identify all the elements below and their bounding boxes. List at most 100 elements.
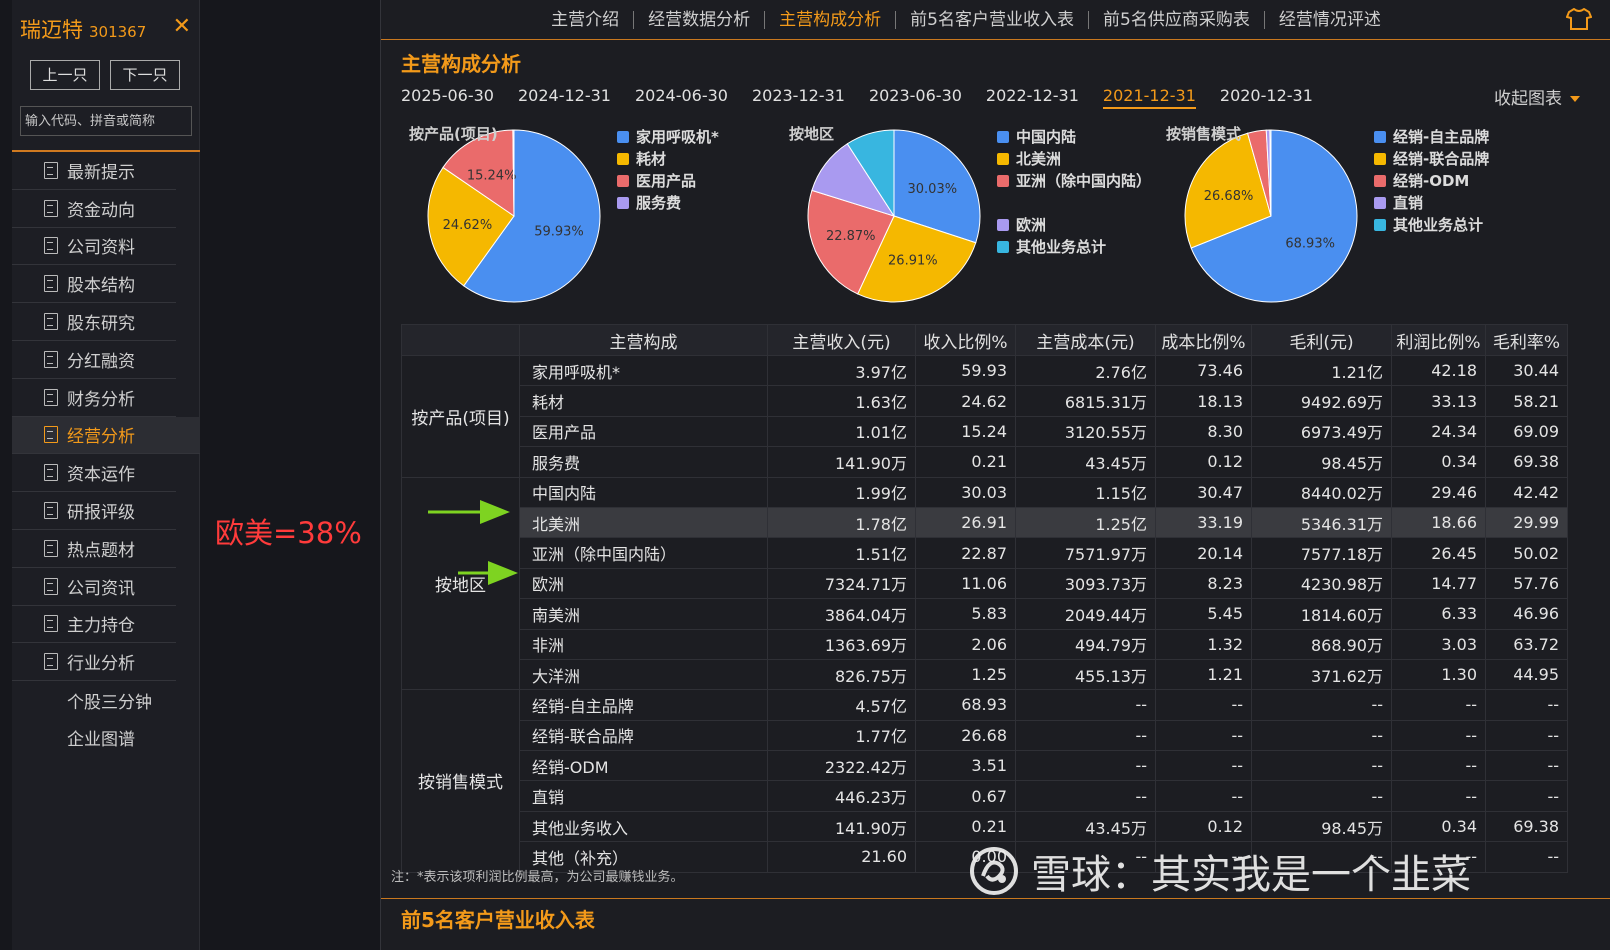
sidebar-item[interactable]: 股本结构 bbox=[12, 265, 176, 304]
value-cell: 3.03 bbox=[1391, 628, 1486, 660]
value-cell: 5346.31万 bbox=[1251, 506, 1392, 539]
value-cell: -- bbox=[1391, 689, 1486, 721]
table-row[interactable]: 其他业务收入 141.90万 0.21 43.45万 0.12 98.45万 0.34 69.… bbox=[402, 810, 1568, 843]
value-cell: 446.23万 bbox=[767, 780, 916, 812]
legend-item[interactable]: 欧洲 bbox=[997, 216, 1162, 238]
legend-label: 经销-自主品牌 bbox=[1393, 128, 1490, 146]
date-option[interactable]: 2024-12-31 bbox=[518, 86, 611, 109]
date-option[interactable]: 2024-06-30 bbox=[635, 86, 728, 109]
value-cell: -- bbox=[1015, 750, 1156, 782]
value-cell: 3.97亿 bbox=[767, 354, 916, 387]
value-cell: 30.03 bbox=[915, 476, 1016, 508]
sidebar-item[interactable]: 热点题材 bbox=[12, 530, 176, 568]
next-stock-button[interactable]: 下一只 bbox=[110, 60, 180, 90]
table-row[interactable]: 经销-ODM 2322.42万 3.51 -- -- -- -- -- bbox=[402, 750, 1568, 782]
collapse-charts-button[interactable]: 收起图表 bbox=[1494, 84, 1580, 109]
tab[interactable]: 经营情况评述 bbox=[1265, 11, 1395, 29]
table-row[interactable]: 按产品(项目) 家用呼吸机* 3.97亿 59.93 2.76亿 73.46 1.21亿 42… bbox=[401, 354, 1568, 478]
date-option[interactable]: 2025-06-30 bbox=[401, 86, 494, 109]
document-icon bbox=[44, 502, 58, 520]
table-row[interactable]: 大洋洲 826.75万 1.25 455.13万 1.21 371.62万 1.30 44.9… bbox=[402, 658, 1568, 691]
pie-chart: 68.93% 26.68% bbox=[1184, 129, 1358, 303]
table-row[interactable]: 按地区 中国内陆 1.99亿 30.03 1.15亿 30.47 8440.02万 29.46… bbox=[401, 476, 1568, 691]
table-row[interactable]: 非洲 1363.69万 2.06 494.79万 1.32 868.90万 3.03 63.7… bbox=[402, 628, 1568, 660]
date-option[interactable]: 2023-06-30 bbox=[869, 86, 962, 109]
legend-item[interactable]: 家用呼吸机* bbox=[617, 128, 782, 150]
legend-item[interactable]: 服务费 bbox=[617, 194, 782, 216]
legend-item[interactable]: 北美洲 bbox=[997, 150, 1162, 172]
legend-item[interactable]: 经销-ODM bbox=[1374, 172, 1539, 194]
legend-label: 家用呼吸机* bbox=[636, 128, 719, 146]
table-row[interactable]: 经销-联合品牌 1.77亿 26.68 -- -- -- -- -- bbox=[402, 719, 1568, 752]
legend-item[interactable]: 其他业务总计 bbox=[997, 238, 1162, 260]
legend-swatch bbox=[617, 197, 629, 209]
tab[interactable]: 主营介绍 bbox=[537, 10, 635, 29]
legend-item[interactable]: 亚洲（除中国内陆） bbox=[997, 172, 1162, 216]
prev-stock-button[interactable]: 上一只 bbox=[30, 60, 100, 90]
row-name-cell: 其他业务收入 bbox=[519, 810, 768, 843]
date-option[interactable]: 2020-12-31 bbox=[1220, 86, 1313, 109]
sidebar-item[interactable]: 财务分析 bbox=[12, 379, 176, 417]
close-icon[interactable]: ✕ bbox=[173, 14, 191, 39]
sidebar-item[interactable]: 分红融资 bbox=[12, 341, 176, 379]
value-cell: 26.91 bbox=[915, 506, 1016, 539]
table-row[interactable]: 亚洲（除中国内陆） 1.51亿 22.87 7571.97万 20.14 7577.18万… bbox=[402, 537, 1568, 569]
sidebar-item[interactable]: 最新提示 bbox=[12, 152, 176, 190]
date-option[interactable]: 2021-12-31 bbox=[1102, 86, 1196, 109]
composition-table-wrap: 主营构成 主营收入(元) 收入比例% 主营成本(元) 成本比例% 毛利(元) 利润比例% 毛利… bbox=[401, 324, 1581, 873]
table-row[interactable]: 直销 446.23万 0.67 -- -- -- -- -- bbox=[402, 780, 1568, 812]
sidebar-item[interactable]: 行业分析 bbox=[12, 643, 176, 682]
value-cell: 5.83 bbox=[915, 598, 1016, 630]
search-input[interactable] bbox=[20, 106, 192, 136]
legend-item[interactable]: 经销-联合品牌 bbox=[1374, 150, 1539, 172]
legend-swatch bbox=[997, 175, 1009, 187]
sidebar-item[interactable]: 资本运作 bbox=[12, 454, 176, 493]
tab[interactable]: 前5名供应商采购表 bbox=[1089, 10, 1265, 29]
sidebar-item[interactable]: 研报评级 bbox=[12, 492, 176, 530]
tab[interactable]: 前5名客户营业收入表 bbox=[896, 10, 1089, 29]
sidebar-item[interactable]: 公司资料 bbox=[12, 228, 176, 266]
date-option[interactable]: 2022-12-31 bbox=[986, 86, 1079, 109]
legend-item[interactable]: 中国内陆 bbox=[997, 128, 1162, 150]
document-icon bbox=[44, 199, 58, 217]
value-cell: 4.57亿 bbox=[767, 689, 916, 721]
legend-item[interactable]: 直销 bbox=[1374, 194, 1539, 216]
tab[interactable]: 经营数据分析 bbox=[634, 10, 766, 29]
table-row[interactable]: 欧洲 7324.71万 11.06 3093.73万 8.23 4230.98万 14.77… bbox=[402, 567, 1568, 600]
value-cell: -- bbox=[1485, 689, 1568, 721]
value-cell: -- bbox=[1155, 689, 1252, 721]
legend-item[interactable]: 医用产品 bbox=[617, 172, 782, 194]
table-row[interactable]: 服务费 141.90万 0.21 43.45万 0.12 98.45万 0.34 69.38 bbox=[402, 446, 1568, 478]
table-row[interactable]: 医用产品 1.01亿 15.24 3120.55万 8.30 6973.49万 24.34 6… bbox=[402, 415, 1568, 448]
sidebar-item[interactable]: 公司资讯 bbox=[12, 568, 176, 606]
row-name-cell: 南美洲 bbox=[519, 598, 768, 630]
legend-item[interactable]: 经销-自主品牌 bbox=[1374, 128, 1539, 150]
table-row[interactable]: 南美洲 3864.04万 5.83 2049.44万 5.45 1814.60万 6.33 4… bbox=[402, 598, 1568, 630]
value-cell: 20.14 bbox=[1155, 537, 1252, 569]
table-row[interactable]: 北美洲 1.78亿 26.91 1.25亿 33.19 5346.31万 18.66 29.9… bbox=[402, 506, 1568, 539]
group-label: 按产品(项目) bbox=[401, 355, 520, 478]
tab[interactable]: 主营构成分析 bbox=[765, 10, 897, 29]
legend-label: 直销 bbox=[1393, 194, 1424, 212]
value-cell: 1.63亿 bbox=[767, 385, 916, 417]
table-header-row: 主营构成 主营收入(元) 收入比例% 主营成本(元) 成本比例% 毛利(元) 利润比例% 毛利… bbox=[401, 324, 1568, 356]
shirt-icon[interactable] bbox=[1566, 8, 1592, 30]
value-cell: 2049.44万 bbox=[1015, 598, 1156, 630]
legend-item[interactable]: 其他业务总计 bbox=[1374, 216, 1539, 238]
sidebar-item[interactable]: 经营分析 bbox=[12, 416, 200, 455]
legend-item[interactable]: 耗材 bbox=[617, 150, 782, 172]
table-row[interactable]: 耗材 1.63亿 24.62 6815.31万 18.13 9492.69万 33.13 58… bbox=[402, 385, 1568, 417]
table-row[interactable]: 按销售模式 经销-自主品牌 4.57亿 68.93 -- -- -- -- -- bbox=[401, 689, 1568, 873]
sidebar-item[interactable]: 主力持仓 bbox=[12, 606, 176, 644]
sidebar-link[interactable]: 个股三分钟 bbox=[12, 681, 176, 719]
legend-label: 北美洲 bbox=[1016, 150, 1062, 168]
legend-swatch bbox=[617, 131, 629, 143]
value-cell: -- bbox=[1155, 780, 1252, 812]
sidebar-item[interactable]: 股东研究 bbox=[12, 303, 176, 341]
collapse-label: 收起图表 bbox=[1494, 89, 1562, 109]
sidebar-link[interactable]: 企业图谱 bbox=[12, 719, 176, 757]
value-cell: 14.77 bbox=[1391, 567, 1486, 600]
date-option[interactable]: 2023-12-31 bbox=[752, 86, 845, 109]
value-cell: 5.45 bbox=[1155, 598, 1252, 630]
sidebar-item[interactable]: 资金动向 bbox=[12, 190, 176, 228]
